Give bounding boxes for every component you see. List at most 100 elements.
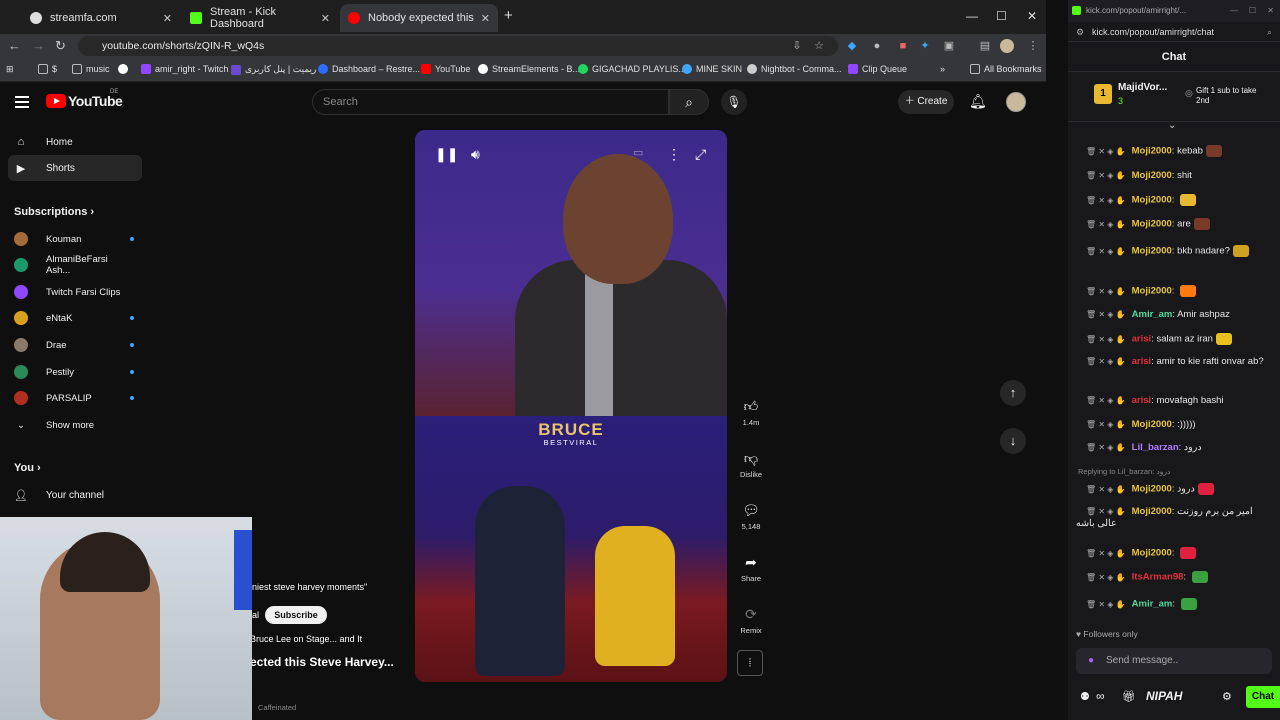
extension-icon[interactable]: ◆: [845, 39, 859, 53]
reload-button[interactable]: ↻: [55, 38, 66, 54]
chat-username[interactable]: ItsArman98: [1132, 572, 1184, 583]
chat-username[interactable]: Moji2000: [1132, 506, 1172, 517]
close-window-button[interactable]: ✕: [1027, 9, 1037, 23]
more-options-icon[interactable]: ⋮: [667, 146, 681, 163]
youtube-logo[interactable]: YouTube DE: [46, 89, 123, 109]
chat-username[interactable]: Moji2000: [1132, 484, 1172, 495]
subscription-item[interactable]: Pestily: [14, 361, 134, 383]
moderation-icons[interactable]: 🗑 ✕ ◈ ✋: [1086, 549, 1126, 558]
chat-message[interactable]: 🗑 ✕ ◈ ✋ Moji2000: درود: [1086, 483, 1274, 496]
bookmark-item[interactable]: MINE SKIN: [682, 64, 742, 74]
apps-icon[interactable]: ⊞: [6, 64, 14, 75]
gift-icon[interactable]: 🎁︎: [1122, 690, 1136, 703]
video-title[interactable]: ected this Steve Harvey...: [250, 655, 394, 669]
subscription-item[interactable]: eNtaK: [14, 307, 134, 329]
comments-button[interactable]: 💬︎ 5,148: [736, 498, 766, 531]
moderation-icons[interactable]: 🗑 ✕ ◈ ✋: [1086, 310, 1126, 319]
voice-search-button[interactable]: 🎙︎: [721, 89, 747, 115]
tab-kick-dashboard[interactable]: Stream - Kick Dashboard ✕: [182, 6, 338, 30]
notifications-icon[interactable]: 🔔︎: [969, 93, 987, 110]
moderation-icons[interactable]: 🗑 ✕ ◈ ✋: [1086, 485, 1126, 494]
chat-username[interactable]: Moji2000: [1132, 219, 1172, 230]
chat-message[interactable]: 🗑 ✕ ◈ ✋ Amir_am: Amir ashpaz: [1086, 309, 1274, 321]
captions-icon[interactable]: ▭: [633, 146, 643, 159]
back-button[interactable]: ←: [8, 38, 21, 53]
bookmark-item[interactable]: Clip Queue: [848, 64, 907, 74]
bookmark-item[interactable]: [118, 64, 132, 74]
close-icon[interactable]: ✕: [481, 12, 490, 25]
pause-icon[interactable]: ❚❚: [435, 146, 458, 163]
puzzle-icon[interactable]: ▣: [942, 39, 956, 53]
chat-message[interactable]: 🗑 ✕ ◈ ✋ arisi: movafagh bashi: [1086, 395, 1274, 407]
remix-button[interactable]: ⟳ Remix: [736, 602, 766, 635]
infinity-icon[interactable]: ∞: [1096, 689, 1105, 703]
dislike-button[interactable]: 👎︎ Dislike: [736, 446, 766, 479]
moderation-icons[interactable]: 🗑 ✕ ◈ ✋: [1086, 196, 1126, 205]
next-short-button[interactable]: ↓: [1000, 428, 1026, 454]
minimize-button[interactable]: —: [1230, 0, 1238, 22]
bookmark-item[interactable]: music: [72, 64, 110, 74]
close-icon[interactable]: ✕: [163, 12, 172, 25]
bookmark-item[interactable]: GIGACHAD PLAYLIS...: [578, 64, 686, 74]
extension-icon[interactable]: ■: [896, 39, 910, 53]
moderation-icons[interactable]: 🗑 ✕ ◈ ✋: [1086, 287, 1126, 296]
video-description[interactable]: Bruce Lee on Stage... and It: [250, 634, 362, 644]
chat-username[interactable]: Lil_barzan: [1132, 442, 1179, 453]
chat-message[interactable]: 🗑 ✕ ◈ ✋ Moji2000:: [1086, 547, 1274, 560]
tab-youtube-short[interactable]: Nobody expected this Steve ✕: [340, 4, 498, 32]
more-bookmarks-icon[interactable]: »: [940, 64, 945, 74]
all-bookmarks[interactable]: All Bookmarks: [970, 64, 1042, 74]
previous-short-button[interactable]: ↑: [1000, 380, 1026, 406]
chat-message[interactable]: 🗑 ✕ ◈ ✋ Moji2000:: [1086, 285, 1274, 298]
moderation-icons[interactable]: 🗑 ✕ ◈ ✋: [1086, 600, 1126, 609]
chat-message[interactable]: 🗑 ✕ ◈ ✋ Moji2000: :))))): [1086, 419, 1274, 431]
nipah-emote[interactable]: NIPAH: [1146, 689, 1182, 703]
moderation-icons[interactable]: 🗑 ✕ ◈ ✋: [1086, 420, 1126, 429]
emote-icon[interactable]: ⚉: [1080, 690, 1090, 703]
bookmark-item[interactable]: StreamElements - B...: [478, 64, 580, 74]
volume-icon[interactable]: 🔊︎: [471, 146, 480, 163]
new-tab-button[interactable]: +: [504, 7, 513, 24]
sidebar-item-your-channel[interactable]: 👤︎ Your channel: [8, 482, 142, 508]
chat-message[interactable]: 🗑 ✕ ◈ ✋ arisi: amir to kie rafti onvar ab…: [1076, 356, 1264, 368]
subscription-item[interactable]: Kouman: [14, 228, 134, 250]
sidebar-item-home[interactable]: ⌂ Home: [8, 129, 142, 155]
fullscreen-icon[interactable]: ⤢: [695, 146, 706, 163]
chat-message[interactable]: 🗑 ✕ ◈ ✋ Moji2000: bkb nadare?: [1086, 245, 1274, 258]
forward-button[interactable]: →: [32, 38, 45, 53]
sidepanel-icon[interactable]: ▤: [978, 39, 992, 53]
chat-message[interactable]: 🗑 ✕ ◈ ✋ Amir_am:: [1086, 598, 1274, 611]
chat-message[interactable]: 🗑 ✕ ◈ ✋ Lil_barzan: درود: [1086, 442, 1274, 454]
sound-button[interactable]: ⦙: [737, 650, 763, 676]
gifter-name[interactable]: MajidVor...: [1118, 82, 1167, 93]
address-bar[interactable]: youtube.com/shorts/zQIN-R_wQ4s: [78, 36, 838, 56]
chat-username[interactable]: arisi: [1132, 356, 1152, 367]
you-heading[interactable]: You ›: [14, 462, 41, 474]
minimize-button[interactable]: —: [966, 9, 978, 23]
sidebar-item-shorts[interactable]: ▶ Shorts: [8, 155, 142, 181]
chat-username[interactable]: Moji2000: [1132, 195, 1172, 206]
chat-message[interactable]: 🗑 ✕ ◈ ✋ Moji2000: امیر من برم روزنت عالی …: [1076, 506, 1264, 530]
extension-icon[interactable]: ✦: [918, 39, 932, 53]
chat-message[interactable]: 🗑 ✕ ◈ ✋ Moji2000: shit: [1086, 170, 1274, 182]
extension-icon[interactable]: ●: [870, 39, 884, 53]
moderation-icons[interactable]: 🗑 ✕ ◈ ✋: [1086, 573, 1126, 582]
moderation-icons[interactable]: 🗑 ✕ ◈ ✋: [1086, 171, 1126, 180]
chat-url-bar[interactable]: ⚙ kick.com/popout/amirright/chat ⌕: [1068, 22, 1280, 42]
chat-username[interactable]: arisi: [1132, 395, 1152, 406]
subscription-item[interactable]: AlmaniBeFarsi Ash...: [14, 254, 134, 276]
send-chat-button[interactable]: Chat: [1246, 686, 1280, 708]
moderation-icons[interactable]: 🗑 ✕ ◈ ✋: [1086, 247, 1126, 256]
chat-username[interactable]: Moji2000: [1132, 548, 1172, 559]
chat-message[interactable]: 🗑 ✕ ◈ ✋ ItsArman98:: [1086, 571, 1274, 584]
subscription-item[interactable]: PARSALIP: [14, 387, 134, 409]
subscription-item[interactable]: Twitch Farsi Clips: [14, 281, 134, 303]
create-button[interactable]: ＋ Create: [898, 90, 954, 114]
chat-message-input[interactable]: ● Send message..: [1076, 648, 1272, 674]
chat-username[interactable]: Amir_am: [1132, 309, 1173, 320]
share-button[interactable]: ➦ Share: [736, 550, 766, 583]
bookmark-item[interactable]: ریمیت | پنل کاربری: [231, 64, 316, 75]
collapse-icon[interactable]: ⌄: [1168, 120, 1176, 131]
search-icon[interactable]: ⌕: [1267, 22, 1272, 42]
channel-name[interactable]: al: [252, 610, 259, 620]
